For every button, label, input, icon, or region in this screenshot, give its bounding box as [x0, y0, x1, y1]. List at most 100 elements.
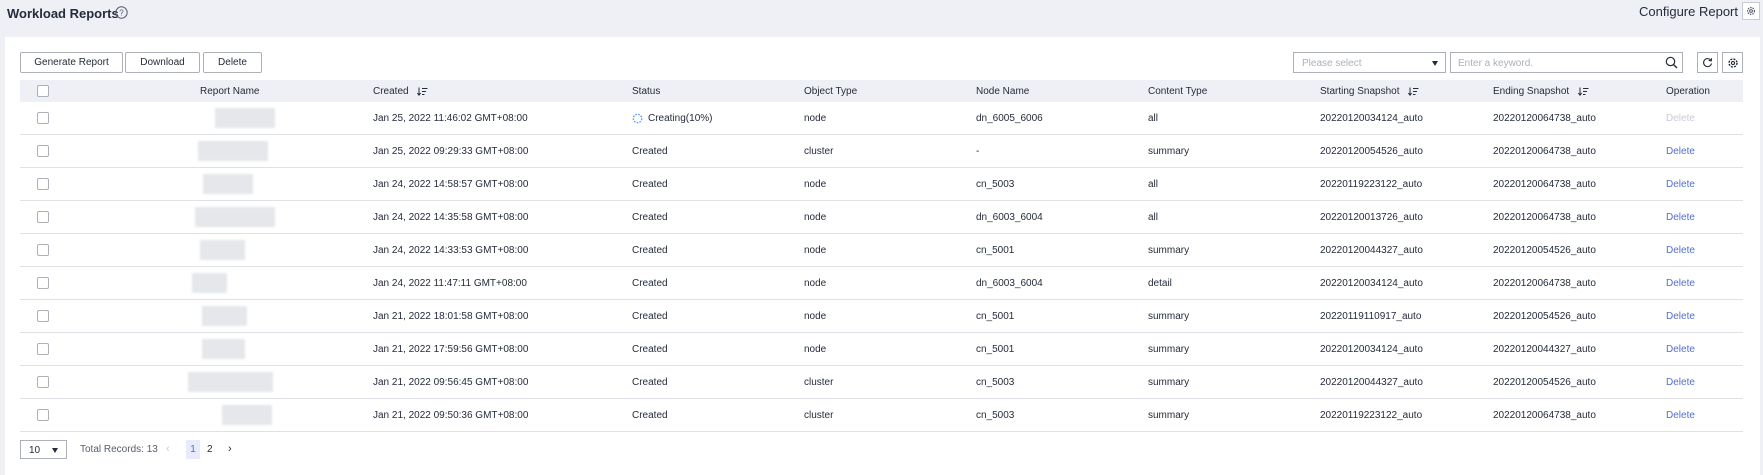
col-object-type: Object Type [804, 86, 858, 97]
chevron-down-icon [52, 448, 58, 453]
object-type-cell: node [804, 344, 827, 355]
starting-snapshot-cell: 20220120034124_auto [1320, 278, 1423, 289]
delete-link[interactable]: Delete [1666, 410, 1695, 421]
refresh-button[interactable] [1697, 52, 1718, 73]
ending-snapshot-cell: 20220120064738_auto [1493, 410, 1596, 421]
row-checkbox[interactable] [37, 376, 49, 388]
redacted-report-name [200, 240, 245, 260]
filter-select-placeholder: Please select [1302, 58, 1362, 69]
table-row: Jan 25, 2022 11:46:02 GMT+08:00 Creating… [20, 102, 1743, 135]
created-cell: Jan 24, 2022 14:33:53 GMT+08:00 [373, 245, 529, 256]
col-starting-snapshot[interactable]: Starting Snapshot [1320, 86, 1419, 97]
col-operation: Operation [1666, 86, 1710, 97]
created-cell: Jan 21, 2022 18:01:58 GMT+08:00 [373, 311, 529, 322]
status-cell: Created [632, 377, 668, 388]
node-name-cell: cn_5003 [976, 179, 1015, 190]
col-ending-snapshot-label: Ending Snapshot [1493, 86, 1570, 97]
generate-report-button[interactable]: Generate Report [20, 52, 123, 73]
ending-snapshot-cell: 20220120064738_auto [1493, 179, 1596, 190]
starting-snapshot-cell: 20220120034124_auto [1320, 113, 1423, 124]
redacted-report-name [198, 141, 268, 161]
sort-icon[interactable] [1408, 87, 1419, 96]
redacted-report-name [222, 405, 272, 425]
redacted-report-name [192, 273, 227, 293]
delete-button[interactable]: Delete [203, 52, 262, 73]
page-title: Workload Reports [7, 6, 119, 21]
next-page-icon[interactable]: › [228, 443, 232, 455]
delete-link[interactable]: Delete [1666, 344, 1695, 355]
ending-snapshot-cell: 20220120044327_auto [1493, 344, 1596, 355]
status-text: Creating(10%) [648, 113, 713, 124]
refresh-icon [1703, 58, 1713, 68]
table-row: Jan 24, 2022 14:33:53 GMT+08:00 Created … [20, 234, 1743, 267]
delete-link[interactable]: Delete [1666, 212, 1695, 223]
select-all-checkbox[interactable] [37, 85, 49, 97]
configure-report-label[interactable]: Configure Report [1639, 4, 1738, 19]
search-icon[interactable] [1665, 56, 1678, 69]
row-checkbox[interactable] [37, 277, 49, 289]
download-button[interactable]: Download [125, 52, 200, 73]
status-cell: Created [632, 344, 668, 355]
delete-link[interactable]: Delete [1666, 113, 1695, 124]
redacted-report-name [202, 339, 245, 359]
node-name-cell: cn_5003 [976, 377, 1015, 388]
row-checkbox[interactable] [37, 145, 49, 157]
gear-icon [1746, 6, 1756, 16]
object-type-cell: node [804, 278, 827, 289]
pagination: 10 Total Records: 13 ‹ 1 2 › [20, 440, 520, 459]
content-type-cell: summary [1148, 410, 1190, 421]
table-row: Jan 21, 2022 09:56:45 GMT+08:00 Created … [20, 366, 1743, 399]
node-name-cell: cn_5001 [976, 311, 1015, 322]
row-checkbox[interactable] [37, 211, 49, 223]
object-type-cell: node [804, 179, 827, 190]
table-row: Jan 21, 2022 17:59:56 GMT+08:00 Created … [20, 333, 1743, 366]
col-created[interactable]: Created [373, 86, 428, 97]
table-row: Jan 25, 2022 09:29:33 GMT+08:00 Created … [20, 135, 1743, 168]
delete-link[interactable]: Delete [1666, 245, 1695, 256]
sort-icon[interactable] [1577, 87, 1589, 96]
object-type-cell: cluster [804, 410, 834, 421]
filter-select[interactable]: Please select [1293, 52, 1446, 73]
row-checkbox[interactable] [37, 244, 49, 256]
page-size-select[interactable]: 10 [20, 440, 67, 459]
table-row: Jan 24, 2022 11:47:11 GMT+08:00 Created … [20, 267, 1743, 300]
gear-icon [1728, 58, 1738, 68]
page-1-button[interactable]: 1 [186, 440, 200, 459]
delete-link[interactable]: Delete [1666, 311, 1695, 322]
col-ending-snapshot[interactable]: Ending Snapshot [1493, 86, 1589, 97]
delete-link[interactable]: Delete [1666, 146, 1695, 157]
node-name-cell: dn_6003_6004 [976, 278, 1043, 289]
status-creating: Creating(10%) [632, 113, 712, 124]
redacted-report-name [203, 174, 253, 194]
row-checkbox[interactable] [37, 112, 49, 124]
starting-snapshot-cell: 20220120034124_auto [1320, 344, 1423, 355]
col-node-name: Node Name [976, 86, 1030, 97]
prev-page-icon[interactable]: ‹ [166, 443, 170, 455]
content-type-cell: summary [1148, 344, 1190, 355]
created-cell: Jan 24, 2022 11:47:11 GMT+08:00 [373, 278, 527, 289]
delete-link[interactable]: Delete [1666, 179, 1695, 190]
sort-icon[interactable] [417, 87, 428, 96]
help-icon[interactable]: ? [115, 6, 128, 19]
ending-snapshot-cell: 20220120054526_auto [1493, 377, 1596, 388]
page-2-button[interactable]: 2 [207, 444, 213, 455]
row-checkbox[interactable] [37, 178, 49, 190]
delete-link[interactable]: Delete [1666, 377, 1695, 388]
search-input[interactable]: Enter a keyword. [1450, 52, 1683, 73]
col-status: Status [632, 86, 661, 97]
object-type-cell: cluster [804, 377, 834, 388]
delete-link[interactable]: Delete [1666, 278, 1695, 289]
table-settings-button[interactable] [1722, 52, 1743, 73]
row-checkbox[interactable] [37, 409, 49, 421]
ending-snapshot-cell: 20220120054526_auto [1493, 311, 1596, 322]
starting-snapshot-cell: 20220120054526_auto [1320, 146, 1423, 157]
configure-report-button[interactable] [1742, 2, 1760, 20]
row-checkbox[interactable] [37, 343, 49, 355]
status-cell: Created [632, 212, 668, 223]
status-cell: Created [632, 311, 668, 322]
content-type-cell: all [1148, 113, 1159, 124]
row-checkbox[interactable] [37, 310, 49, 322]
created-cell: Jan 25, 2022 09:29:33 GMT+08:00 [373, 146, 529, 157]
page-header: Workload Reports ? Configure Report [0, 0, 1763, 34]
object-type-cell: node [804, 245, 827, 256]
